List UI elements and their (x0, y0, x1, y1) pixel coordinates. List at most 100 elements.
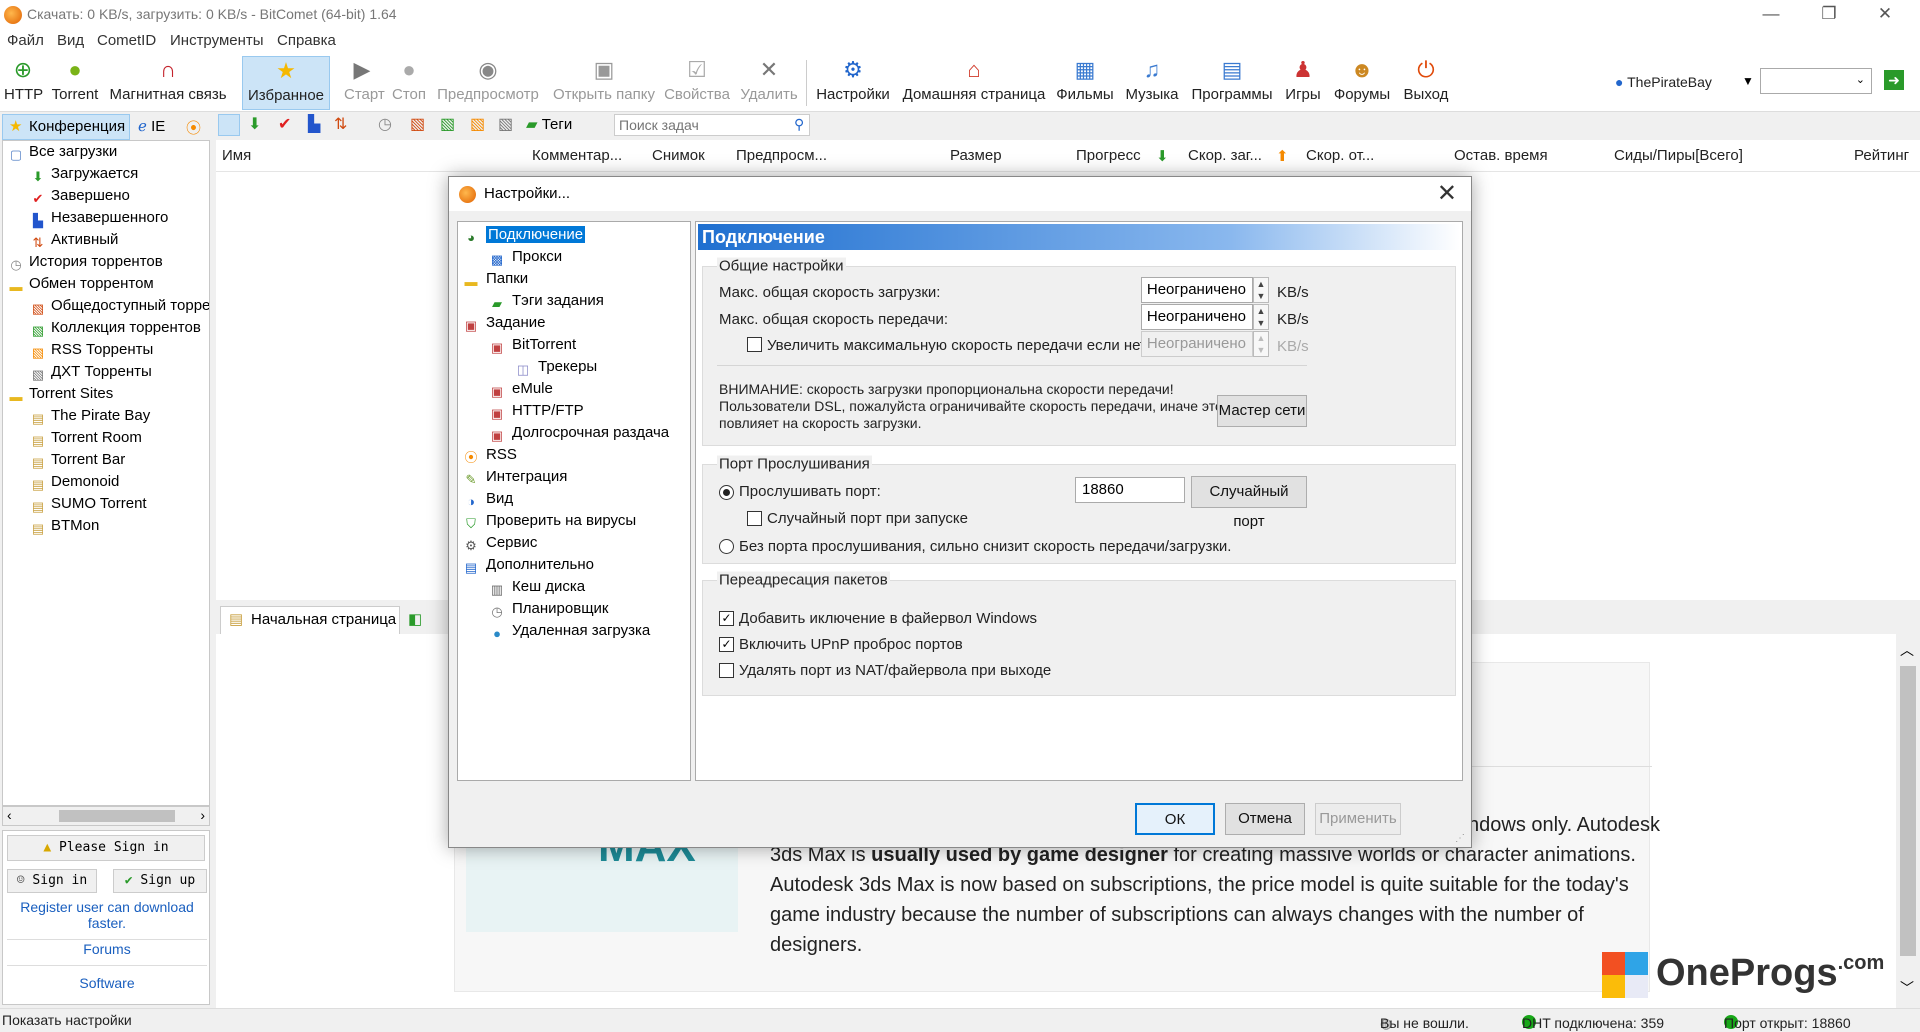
site-dropdown-arrow-icon[interactable]: ▼ (1742, 74, 1754, 88)
history-filter-icon[interactable]: ◷ (378, 114, 392, 134)
column-snapshot[interactable]: Снимок (652, 147, 705, 164)
tree-exchange[interactable]: ▬ Обмен торрентом (7, 273, 154, 295)
tree-completed[interactable]: ✔ Завершено (29, 185, 130, 207)
properties-button[interactable]: ☑ Свойства (664, 56, 730, 110)
tree-dht-torrents[interactable]: ▧ ДХТ Торренты (29, 361, 152, 383)
tree-site-item[interactable]: ▤ SUMO Torrent (29, 493, 147, 515)
programs-button[interactable]: ▤ Программы (1188, 56, 1276, 110)
upnp-checkbox[interactable]: ✓ (719, 637, 734, 652)
max-download-stepper[interactable]: ▲ ▼ (1253, 277, 1269, 303)
active-filter-icon[interactable]: ⇅ (334, 114, 347, 134)
software-link[interactable]: Software (7, 975, 207, 991)
torrent-button[interactable]: ● Torrent (50, 56, 100, 110)
settings-node-http-ftp[interactable]: ▣ HTTP/FTP (488, 400, 584, 422)
menu-cometid[interactable]: CometID (97, 32, 156, 49)
scroll-down-icon[interactable]: ﹀ (1900, 978, 1914, 998)
menu-view[interactable]: Вид (57, 32, 84, 49)
dialog-close-icon[interactable]: ✕ (1437, 179, 1457, 208)
column-rating[interactable]: Рейтинг (1854, 147, 1909, 164)
tree-site-item[interactable]: ▤ Demonoid (29, 471, 120, 493)
tree-public-torrents[interactable]: ▧ Общедоступный торре (29, 295, 209, 317)
go-icon[interactable]: ➜ (1884, 70, 1904, 90)
forums-link[interactable]: Forums (7, 941, 207, 957)
apply-button[interactable]: Применить (1315, 803, 1401, 835)
settings-node-integration[interactable]: ✎ Интеграция (462, 466, 568, 488)
tree-site-item[interactable]: ▤ Torrent Bar (29, 449, 125, 471)
firewall-exception-checkbox[interactable]: ✓ (719, 611, 734, 626)
tree-history[interactable]: ◷ История торрентов (7, 251, 162, 273)
menu-file[interactable]: Файл (7, 32, 44, 49)
column-preview[interactable]: Предпросм... (736, 147, 827, 164)
rss-icon[interactable]: ⦿ (186, 117, 201, 138)
port-field[interactable]: 18860 (1075, 477, 1185, 503)
ok-button[interactable]: ОК (1135, 803, 1215, 835)
settings-node-emule[interactable]: ▣ eMule (488, 378, 553, 400)
settings-node-trackers[interactable]: ◫ Трекеры (514, 356, 597, 378)
settings-node-folders[interactable]: ▬ Папки (462, 268, 529, 290)
incomplete-filter-icon[interactable]: ▙ (308, 114, 320, 134)
settings-node-bittorrent[interactable]: ▣ BitTorrent (488, 334, 576, 356)
tree-torrent-collection[interactable]: ▧ Коллекция торрентов (29, 317, 201, 339)
max-upload-field[interactable]: Неограничено (1141, 304, 1253, 330)
settings-node-service[interactable]: ⚙ Сервис (462, 532, 537, 554)
movies-button[interactable]: ▦ Фильмы (1054, 56, 1116, 110)
column-upload-speed[interactable]: Скор. от... (1306, 147, 1374, 164)
scroll-up-icon[interactable]: ︿ (1900, 640, 1914, 660)
tree-site-item[interactable]: ▤ Torrent Room (29, 427, 142, 449)
settings-node-antivirus[interactable]: ⛉ Проверить на вирусы (462, 510, 636, 532)
settings-node-scheduler[interactable]: ◷ Планировщик (488, 598, 608, 620)
remove-port-on-exit-checkbox[interactable] (719, 663, 734, 678)
network-wizard-button[interactable]: Мастер сети (1217, 395, 1307, 427)
column-size[interactable]: Размер (950, 147, 1002, 164)
dht-filter-icon[interactable]: ▧ (498, 114, 513, 134)
listen-port-radio[interactable] (719, 485, 734, 500)
column-comment[interactable]: Комментар... (532, 147, 622, 164)
completed-filter-icon[interactable]: ✔ (278, 114, 291, 134)
tree-torrent-sites[interactable]: ▬ Torrent Sites (7, 383, 114, 405)
stop-button[interactable]: ● Стоп (390, 56, 428, 110)
tree-all-downloads[interactable]: ▢ Все загрузки (7, 141, 117, 163)
collection-filter-icon[interactable]: ▧ (440, 114, 455, 134)
boost-upload-field[interactable]: Неограничено (1141, 331, 1253, 357)
tab-start-page[interactable]: ▤ Начальная страница (220, 606, 400, 634)
restore-button[interactable]: ❐ (1806, 0, 1852, 30)
delete-button[interactable]: ✕ Удалить (738, 56, 800, 110)
search-icon[interactable]: ⚲ (794, 116, 804, 133)
rss-filter-icon[interactable]: ▧ (470, 114, 485, 134)
sign-in-button[interactable]: ☺ Sign in (7, 869, 97, 893)
column-seeds-peers[interactable]: Сиды/Пиры[Всего] (1614, 147, 1743, 164)
scroll-thumb[interactable] (1900, 666, 1916, 956)
tab-second[interactable]: ◧ Ст (404, 608, 444, 634)
exit-button[interactable]: ⏻ Выход (1402, 56, 1450, 110)
sign-up-button[interactable]: ✔ Sign up (113, 869, 207, 893)
tree-downloading[interactable]: ⬇ Загружается (29, 163, 139, 185)
download-filter-icon[interactable]: ⬇ (248, 114, 261, 134)
column-time-left[interactable]: Остав. время (1454, 147, 1548, 164)
games-button[interactable]: ♟ Игры (1282, 56, 1324, 110)
settings-button[interactable]: ⚙ Настройки (814, 56, 892, 110)
scroll-right-icon[interactable]: › (200, 807, 205, 823)
public-filter-icon[interactable]: ▧ (410, 114, 425, 134)
tags-button[interactable]: ▰ Теги (526, 115, 572, 133)
max-download-field[interactable]: Неограничено (1141, 277, 1253, 303)
search-combo[interactable]: ⌄ (1760, 68, 1872, 94)
close-window-button[interactable]: ✕ (1862, 0, 1908, 30)
tree-horizontal-scrollbar[interactable]: ‹ › (2, 806, 210, 826)
task-search-input[interactable] (614, 114, 810, 136)
tab-ie[interactable]: ℯ IE (138, 117, 165, 135)
minimize-button[interactable]: — (1748, 0, 1794, 30)
boost-upload-checkbox[interactable] (747, 337, 762, 352)
settings-node-advanced[interactable]: ▤ Дополнительно (462, 554, 594, 576)
start-button[interactable]: ▶ Старт (344, 56, 385, 110)
open-folder-button[interactable]: ▣ Открыть папку (552, 56, 656, 110)
column-name[interactable]: Имя (222, 147, 251, 164)
all-tasks-icon[interactable] (218, 114, 240, 136)
settings-node-task-tags[interactable]: ▰ Тэги задания (488, 290, 604, 312)
menu-help[interactable]: Справка (277, 32, 336, 49)
preview-button[interactable]: ◉ Предпросмотр (436, 56, 540, 110)
random-port-on-start-checkbox[interactable] (747, 511, 762, 526)
music-button[interactable]: ♫ Музыка (1122, 56, 1182, 110)
settings-node-disk-cache[interactable]: ▥ Кеш диска (488, 576, 585, 598)
web-vertical-scrollbar[interactable]: ︿ ﹀ (1896, 634, 1920, 1010)
boost-upload-stepper[interactable]: ▲ ▼ (1253, 331, 1269, 357)
